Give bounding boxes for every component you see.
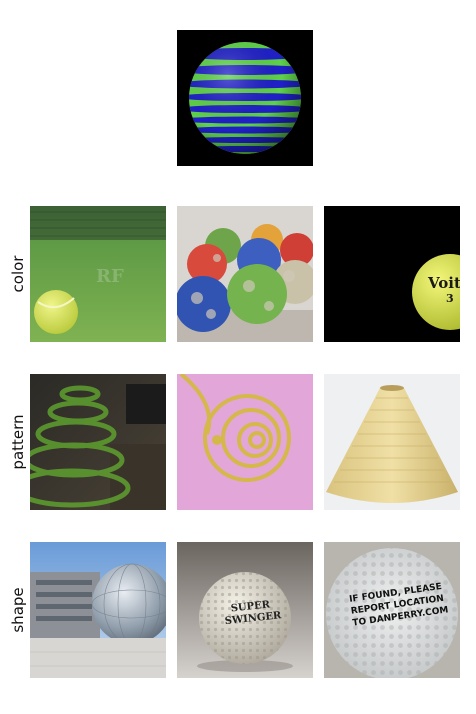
row-label-pattern: pattern xyxy=(9,414,27,470)
watermark-text: RF xyxy=(96,266,124,287)
pattern-image-yellow-wire-spiral xyxy=(177,374,313,510)
shape-image-mirror-dome-building xyxy=(30,542,166,678)
pattern-image-green-spiral xyxy=(30,374,166,510)
row-label-shape: shape xyxy=(9,587,27,633)
query-image-striped-sphere xyxy=(177,30,313,166)
shape-image-golf-ball: SUPER SWINGER xyxy=(177,542,313,678)
color-image-tennis-ball-dark: Voit 3 xyxy=(324,206,460,342)
ball-brand-text: Voit xyxy=(427,274,460,292)
color-image-tennis-ball-on-grass: RF xyxy=(30,206,166,342)
shape-image-golf-ball-closeup: IF FOUND, PLEASE REPORT LOCATION TO DANP… xyxy=(324,542,460,678)
pattern-image-ribbed-cone xyxy=(324,374,460,510)
color-image-painted-balls xyxy=(177,206,313,342)
row-label-color: color xyxy=(9,255,27,293)
ball-number-text: 3 xyxy=(446,292,454,305)
